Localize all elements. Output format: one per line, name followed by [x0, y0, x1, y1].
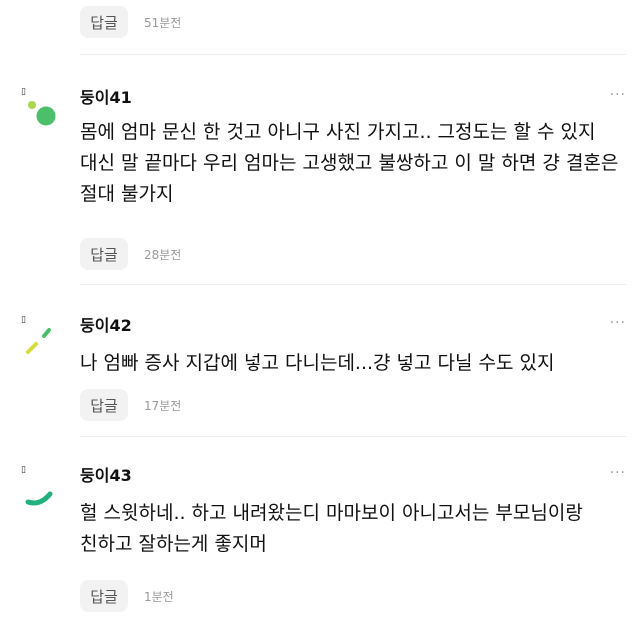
divider	[80, 284, 626, 285]
reply-button[interactable]: 답글	[80, 580, 128, 612]
comment-reply-row: 답글 17분전	[80, 389, 181, 421]
comment-text: 몸에 엄마 문신 한 것고 아니구 사진 가지고.. 그정도는 할 수 있지 대…	[80, 121, 619, 205]
avatar[interactable]: ▯	[14, 88, 64, 138]
comment-text: 나 엄빠 증사 지갑에 넣고 다니는데...걍 넣고 다닐 수도 있지	[80, 352, 555, 374]
nickname[interactable]: 둥이41	[80, 88, 132, 108]
comment-time: 17분전	[144, 398, 182, 413]
avatar[interactable]: ▯	[14, 466, 64, 516]
prev-comment-reply-row: 답글 51분전	[80, 6, 181, 38]
avatar-marker-icon: ▯	[21, 315, 26, 325]
comment-time: 28분전	[144, 247, 182, 262]
divider	[80, 54, 626, 55]
reply-button[interactable]: 답글	[80, 6, 128, 38]
comment-reply-row: 답글 28분전	[80, 238, 181, 270]
reply-button[interactable]: 답글	[80, 238, 128, 270]
comment-reply-row: 답글 1분전	[80, 580, 174, 612]
more-dots-icon[interactable]: ···	[610, 88, 626, 102]
comment-time: 1분전	[144, 589, 174, 604]
nickname[interactable]: 둥이43	[80, 466, 132, 486]
comment-text: 헐 스윗하네.. 하고 내려왔는디 마마보이 아니고서는 부모님이랑 친하고 잘…	[80, 502, 583, 555]
avatar[interactable]: ▯	[14, 316, 64, 366]
more-dots-icon[interactable]: ···	[610, 466, 626, 480]
reply-button[interactable]: 답글	[80, 389, 128, 421]
more-dots-icon[interactable]: ···	[610, 316, 626, 330]
divider	[80, 436, 626, 437]
comment-time: 51분전	[144, 15, 182, 30]
avatar-marker-icon: ▯	[21, 465, 26, 475]
nickname[interactable]: 둥이42	[80, 316, 132, 336]
avatar-marker-icon: ▯	[21, 87, 26, 97]
